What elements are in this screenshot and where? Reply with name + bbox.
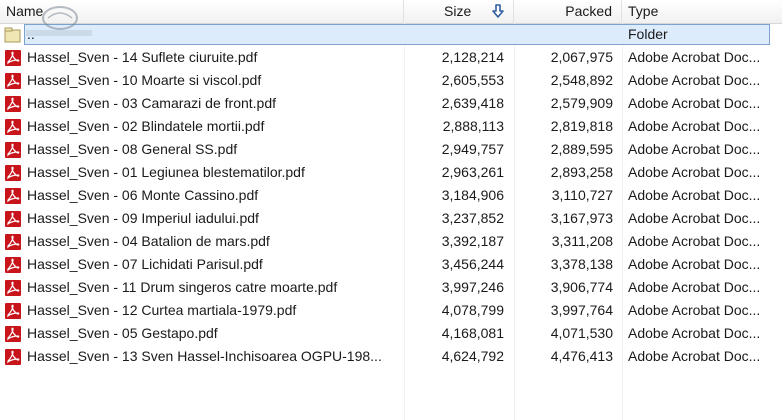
pdf-file-icon: [5, 211, 21, 227]
file-packed-size: 3,311,208: [551, 233, 613, 249]
file-type: Adobe Acrobat Doc...: [628, 348, 761, 364]
file-name: Hassel_Sven - 04 Batalion de mars.pdf: [27, 233, 270, 249]
file-name: Hassel_Sven - 09 Imperiul iadului.pdf: [27, 210, 259, 226]
file-size: 2,963,261: [441, 164, 504, 180]
list-item[interactable]: Hassel_Sven - 11 Drum singeros catre moa…: [0, 276, 782, 299]
file-size: 3,997,246: [441, 279, 504, 295]
file-name: Hassel_Sven - 01 Legiunea blestematilor.…: [27, 164, 305, 180]
column-header-packed-label: Packed: [565, 3, 612, 19]
file-type: Adobe Acrobat Doc...: [628, 233, 761, 249]
list-item[interactable]: Hassel_Sven - 12 Curtea martiala-1979.pd…: [0, 299, 782, 322]
list-item[interactable]: Hassel_Sven - 09 Imperiul iadului.pdf 3,2…: [0, 207, 782, 230]
file-packed-size: 4,476,413: [550, 348, 613, 364]
sort-descending-arrow-icon: [492, 4, 504, 18]
file-packed-size: 2,579,909: [550, 95, 613, 111]
file-type: Adobe Acrobat Doc...: [628, 72, 761, 88]
column-header-type[interactable]: Type: [622, 0, 782, 23]
file-size: 3,456,244: [441, 256, 504, 272]
file-size: 4,624,792: [441, 348, 504, 364]
file-name: Hassel_Sven - 10 Moarte si viscol.pdf: [27, 72, 262, 88]
pdf-file-icon: [5, 165, 21, 181]
file-name: Hassel_Sven - 14 Suflete ciuruite.pdf: [27, 49, 258, 65]
column-header-size-label: Size: [444, 3, 472, 19]
list-item[interactable]: Hassel_Sven - 04 Batalion de mars.pdf 3,3…: [0, 230, 782, 253]
file-packed-size: 3,997,764: [550, 302, 613, 318]
folder-up-icon: [4, 27, 21, 43]
list-item[interactable]: Hassel_Sven - 13 Sven Hassel-Inchisoarea…: [0, 345, 782, 368]
file-packed-size: 2,893,258: [550, 164, 613, 180]
file-packed-size: 2,548,892: [550, 72, 613, 88]
pdf-file-icon: [5, 280, 21, 296]
file-size: 4,168,081: [441, 325, 504, 341]
file-name: Hassel_Sven - 13 Sven Hassel-Inchisoarea…: [27, 348, 382, 364]
file-type: Adobe Acrobat Doc...: [628, 164, 761, 180]
file-type: Adobe Acrobat Doc...: [628, 302, 761, 318]
file-packed-size: 2,067,975: [550, 49, 613, 65]
file-type: Adobe Acrobat Doc...: [628, 256, 761, 272]
file-type: Adobe Acrobat Doc...: [628, 118, 761, 134]
watermark-logo: [26, 6, 92, 36]
file-name: Hassel_Sven - 08 General SS.pdf: [27, 141, 238, 157]
file-size: 3,184,906: [441, 187, 504, 203]
file-packed-size: 4,071,530: [550, 325, 613, 341]
pdf-file-icon: [5, 349, 21, 365]
list-item[interactable]: Hassel_Sven - 05 Gestapo.pdf 4,168,081 4,0…: [0, 322, 782, 345]
list-item[interactable]: Hassel_Sven - 06 Monte Cassino.pdf 3,184,…: [0, 184, 782, 207]
file-packed-size: 3,378,138: [550, 256, 613, 272]
file-name: Hassel_Sven - 07 Lichidati Parisul.pdf: [27, 256, 263, 272]
list-item[interactable]: Hassel_Sven - 14 Suflete ciuruite.pdf 2,1…: [0, 46, 782, 69]
file-type: Adobe Acrobat Doc...: [628, 325, 761, 341]
file-packed-size: 2,819,818: [550, 118, 613, 134]
file-name: Hassel_Sven - 05 Gestapo.pdf: [27, 325, 218, 341]
column-header: Name Size Packed Type: [0, 0, 782, 24]
parent-folder-type: Folder: [628, 26, 668, 42]
file-list: .. Folder Hassel_Sven - 14 Suflete ciuru…: [0, 23, 782, 368]
file-size: 3,237,852: [441, 210, 504, 226]
pdf-file-icon: [5, 142, 21, 158]
file-size: 2,888,113: [442, 118, 504, 134]
file-name: Hassel_Sven - 12 Curtea martiala-1979.pd…: [27, 302, 297, 318]
file-type: Adobe Acrobat Doc...: [628, 210, 761, 226]
file-packed-size: 3,110,727: [551, 187, 613, 203]
file-name: Hassel_Sven - 06 Monte Cassino.pdf: [27, 187, 259, 203]
file-size: 3,392,187: [441, 233, 504, 249]
pdf-file-icon: [5, 234, 21, 250]
file-name: Hassel_Sven - 11 Drum singeros catre moa…: [27, 279, 338, 295]
file-packed-size: 3,167,973: [550, 210, 613, 226]
file-packed-size: 3,906,774: [550, 279, 613, 295]
pdf-file-icon: [5, 326, 21, 342]
list-item[interactable]: Hassel_Sven - 03 Camarazi de front.pdf 2,…: [0, 92, 782, 115]
pdf-file-icon: [5, 119, 21, 135]
column-header-type-label: Type: [628, 3, 659, 19]
pdf-file-icon: [5, 303, 21, 319]
file-size: 4,078,799: [441, 302, 504, 318]
column-header-packed[interactable]: Packed: [514, 0, 622, 23]
list-item[interactable]: Hassel_Sven - 10 Moarte si viscol.pdf 2,6…: [0, 69, 782, 92]
list-item[interactable]: Hassel_Sven - 01 Legiunea blestematilor.…: [0, 161, 782, 184]
file-size: 2,639,418: [441, 95, 504, 111]
list-item[interactable]: Hassel_Sven - 02 Blindatele mortii.pdf 2,…: [0, 115, 782, 138]
file-type: Adobe Acrobat Doc...: [628, 49, 761, 65]
file-name: Hassel_Sven - 03 Camarazi de front.pdf: [27, 95, 277, 111]
pdf-file-icon: [5, 50, 21, 66]
file-type: Adobe Acrobat Doc...: [628, 95, 761, 111]
pdf-file-icon: [5, 73, 21, 89]
file-size: 2,128,214: [441, 49, 504, 65]
list-item[interactable]: Hassel_Sven - 07 Lichidati Parisul.pdf 3,…: [0, 253, 782, 276]
file-size: 2,949,757: [441, 141, 504, 157]
file-packed-size: 2,889,595: [550, 141, 613, 157]
pdf-file-icon: [5, 188, 21, 204]
pdf-file-icon: [5, 257, 21, 273]
list-item-parent-folder[interactable]: .. Folder: [0, 23, 782, 46]
file-name: Hassel_Sven - 02 Blindatele mortii.pdf: [27, 118, 265, 134]
file-type: Adobe Acrobat Doc...: [628, 141, 761, 157]
column-header-size[interactable]: Size: [404, 0, 514, 23]
file-size: 2,605,553: [441, 72, 504, 88]
list-item[interactable]: Hassel_Sven - 08 General SS.pdf 2,949,757…: [0, 138, 782, 161]
file-type: Adobe Acrobat Doc...: [628, 187, 761, 203]
file-type: Adobe Acrobat Doc...: [628, 279, 761, 295]
pdf-file-icon: [5, 96, 21, 112]
